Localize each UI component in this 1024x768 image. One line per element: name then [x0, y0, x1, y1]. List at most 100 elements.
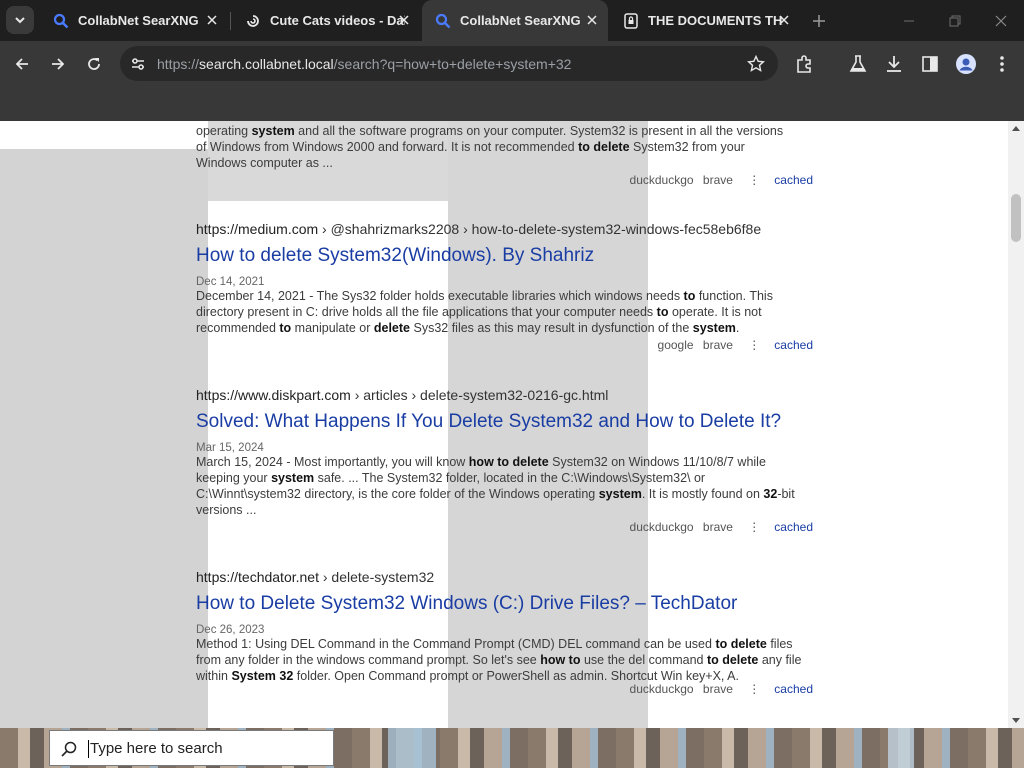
tab-strip: CollabNet SearXNG Cute Cats videos - Dai…	[0, 0, 1024, 41]
result-snippet-fragment: operating system and all the software pr…	[196, 123, 811, 171]
snippet-highlight: how to	[540, 653, 581, 667]
minimize-button[interactable]	[886, 0, 932, 41]
url-scheme: https://	[157, 56, 200, 72]
search-result: https://www.diskpart.com › articles › de…	[196, 387, 816, 534]
url-text: https://search.collabnet.local/search?q=…	[157, 56, 571, 72]
taskbar-search-placeholder: Type here to search	[90, 740, 223, 757]
snippet-text: of Windows from Windows 2000 and forward…	[196, 140, 579, 154]
extensions-icon[interactable]	[792, 52, 816, 76]
snippet-highlight: system	[271, 471, 315, 485]
browser-toolbar: https://search.collabnet.local/search?q=…	[0, 41, 1024, 86]
engine-label: duckduckgo	[629, 682, 694, 696]
result-snippet: Method 1: Using DEL Command in the Comma…	[196, 636, 808, 684]
cached-link[interactable]: cached	[774, 173, 813, 187]
bookmark-star-icon[interactable]	[746, 54, 766, 74]
result-date: Mar 15, 2024	[196, 442, 264, 454]
snippet-text: Windows computer as ...	[196, 156, 333, 170]
more-options-icon[interactable]: ⋮	[748, 520, 760, 534]
page-scrollbar[interactable]	[1008, 121, 1024, 728]
engine-label: google	[657, 338, 694, 352]
reload-button[interactable]	[80, 50, 108, 78]
close-tab-icon[interactable]	[204, 12, 220, 28]
downloads-icon[interactable]	[882, 52, 906, 76]
snippet-text: manipulate or	[291, 321, 374, 335]
windows-taskbar: Type here to search	[0, 728, 1024, 768]
result-title-link[interactable]: How to Delete System32 Windows (C:) Driv…	[196, 593, 816, 615]
taskbar-search-box[interactable]: Type here to search	[49, 730, 334, 766]
menu-kebab-icon[interactable]	[990, 52, 1014, 76]
tab-title: CollabNet SearXNG	[78, 13, 199, 28]
scrollbar-thumb[interactable]	[1011, 194, 1021, 242]
snippet-text: Sys32 files as this may result in dysfun…	[410, 321, 693, 335]
profile-avatar-icon[interactable]	[954, 52, 978, 76]
snippet-text: operating	[196, 124, 252, 138]
tab-search-button[interactable]	[6, 6, 34, 34]
result-title-link[interactable]: How to delete System32(Windows). By Shah…	[196, 245, 816, 267]
close-tab-icon[interactable]	[584, 12, 600, 28]
more-options-icon[interactable]: ⋮	[748, 173, 760, 187]
result-url[interactable]: https://www.diskpart.com › articles › de…	[196, 387, 816, 403]
snippet-highlight: 32	[763, 487, 778, 501]
arrow-right-icon	[52, 58, 65, 70]
snippet-text: March 15, 2024 - Most importantly, you w…	[196, 455, 469, 469]
cached-link[interactable]: cached	[774, 520, 813, 534]
new-tab-button[interactable]	[808, 10, 830, 32]
snippet-highlight: system	[692, 321, 736, 335]
cached-link[interactable]: cached	[774, 682, 813, 696]
scroll-up-arrow-icon[interactable]	[1012, 126, 1020, 131]
side-panel-icon[interactable]	[918, 52, 942, 76]
snippet-highlight: how to delete	[468, 455, 549, 469]
result-title-link[interactable]: Solved: What Happens If You Delete Syste…	[196, 411, 816, 433]
search-result: https://medium.com › @shahrizmarks2208 ›…	[196, 221, 816, 352]
result-url[interactable]: https://techdator.net › delete-system32	[196, 569, 816, 585]
address-bar[interactable]: https://search.collabnet.local/search?q=…	[120, 46, 778, 81]
more-options-icon[interactable]: ⋮	[748, 682, 760, 696]
tab-documents[interactable]: THE DOCUMENTS THA	[610, 0, 800, 41]
cached-link[interactable]: cached	[774, 338, 813, 352]
close-window-button[interactable]	[978, 0, 1024, 41]
result-host: https://medium.com	[196, 221, 319, 237]
url-path: /search?q=how+to+delete+system+32	[333, 56, 572, 72]
result-date: Dec 14, 2021	[196, 276, 265, 288]
snippet-text: use the del command	[580, 653, 707, 667]
snippet-highlight: to delete	[706, 653, 759, 667]
close-tab-icon[interactable]	[776, 12, 792, 28]
result-engines: google brave ⋮ cached	[196, 338, 813, 352]
result-host: https://www.diskpart.com	[196, 387, 351, 403]
dailymotion-icon	[244, 12, 262, 30]
site-info-icon[interactable]	[128, 54, 148, 74]
back-button[interactable]	[8, 50, 36, 78]
result-path: › articles › delete-system32-0216-gc.htm…	[350, 387, 609, 403]
magnifier-icon	[52, 12, 70, 30]
snippet-text: . It is mostly found on	[641, 487, 764, 501]
taskbar-wallpaper-artifact	[388, 728, 436, 768]
minimize-icon	[904, 20, 914, 21]
close-tab-icon[interactable]	[396, 12, 412, 28]
snippet-text: .	[735, 321, 740, 335]
snippet-text: System32 from your	[629, 140, 745, 154]
tab-title: Cute Cats videos - Dai	[270, 13, 405, 28]
reload-icon	[88, 58, 100, 70]
result-engines: duckduckgo brave ⋮ cached	[196, 682, 813, 696]
engine-label: brave	[702, 173, 733, 187]
more-options-icon[interactable]: ⋮	[748, 338, 760, 352]
tab-divider	[230, 12, 231, 30]
text-caret	[88, 740, 89, 758]
snippet-text: Method 1: Using DEL Command in the Comma…	[196, 637, 716, 651]
snippet-highlight: system	[251, 124, 295, 138]
result-path: › delete-system32	[318, 569, 435, 585]
scroll-down-arrow-icon[interactable]	[1012, 718, 1020, 723]
restore-button[interactable]	[932, 0, 978, 41]
labs-flask-icon[interactable]	[846, 52, 870, 76]
tab-searxng-active[interactable]: CollabNet SearXNG	[422, 0, 608, 41]
close-icon	[995, 15, 1007, 26]
plus-icon	[813, 15, 825, 27]
tab-searxng-1[interactable]: CollabNet SearXNG	[40, 0, 228, 41]
tab-cute-cats[interactable]: Cute Cats videos - Dai	[232, 0, 420, 41]
result-url[interactable]: https://medium.com › @shahrizmarks2208 ›…	[196, 221, 816, 237]
search-icon	[61, 741, 77, 757]
engine-label: brave	[702, 682, 733, 696]
result-date: Dec 26, 2023	[196, 624, 265, 636]
snippet-highlight: to	[656, 305, 669, 319]
forward-button[interactable]	[44, 50, 72, 78]
